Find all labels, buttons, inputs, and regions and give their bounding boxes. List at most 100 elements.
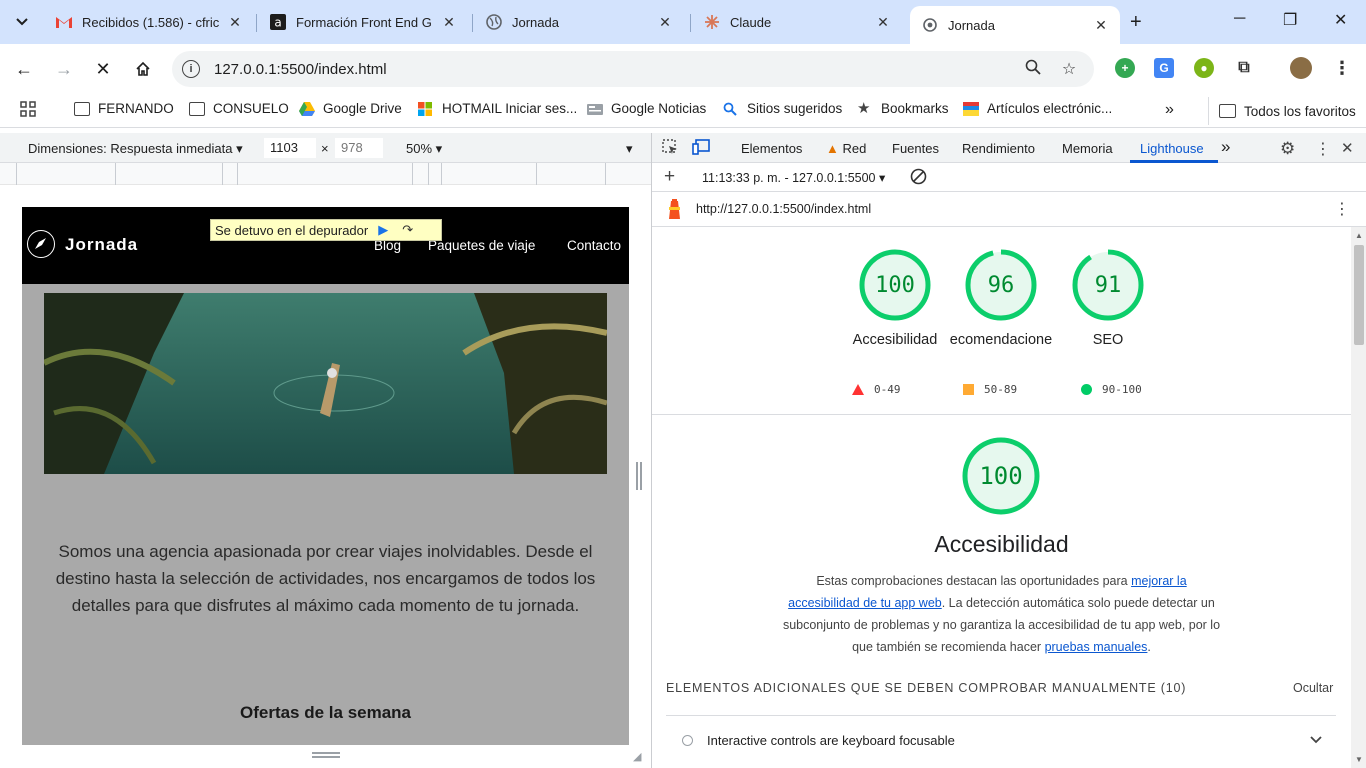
times-sign: ×	[321, 141, 329, 156]
tab-rendimiento[interactable]: Rendimiento	[962, 141, 1035, 156]
audit-item[interactable]: Interactive controls are keyboard focusa…	[666, 725, 1336, 755]
device-options-icon[interactable]: ▾	[626, 141, 633, 157]
close-devtools-icon[interactable]: ✕	[1341, 139, 1354, 157]
bookmark-hotmail[interactable]: HOTMAIL Iniciar ses...	[418, 101, 577, 116]
bookmark-google-news[interactable]: Google Noticias	[587, 101, 706, 116]
tab-red[interactable]: ▲ Red	[826, 141, 866, 156]
profile-avatar[interactable]	[1290, 57, 1312, 79]
tab-elementos[interactable]: Elementos	[741, 141, 802, 156]
star-icon: ★	[857, 99, 871, 117]
stop-loading-icon[interactable]: ✕	[91, 57, 115, 81]
close-window-icon[interactable]: ✕	[1334, 10, 1347, 30]
nav-paquetes[interactable]: Paquetes de viaje	[428, 238, 535, 253]
hide-manual-button[interactable]: Ocultar	[1293, 681, 1333, 695]
all-favorites-button[interactable]: Todos los favoritos	[1208, 97, 1366, 125]
url-text[interactable]: 127.0.0.1:5500/index.html	[214, 61, 1022, 78]
tab-search-button[interactable]	[8, 8, 36, 36]
tab-fuentes[interactable]: Fuentes	[892, 141, 939, 156]
close-icon[interactable]: ✕	[656, 14, 674, 31]
back-icon[interactable]: ←	[12, 57, 36, 81]
extension-green-icon[interactable]: ●	[1194, 58, 1214, 78]
report-menu-icon[interactable]: ⋮	[1334, 199, 1350, 219]
bookmark-google-drive[interactable]: Google Drive	[299, 101, 402, 116]
tab-gmail[interactable]: Recibidos (1.586) - cfric ✕	[44, 6, 254, 38]
step-over-icon[interactable]: ↷	[402, 222, 413, 238]
bookmark-star-icon[interactable]: ☆	[1058, 59, 1080, 79]
manual-divider	[666, 715, 1336, 716]
close-icon[interactable]: ✕	[874, 14, 892, 31]
dimensions-select[interactable]: Dimensiones: Respuesta inmediata ▾	[28, 141, 243, 157]
audit-item-label: Interactive controls are keyboard focusa…	[707, 732, 955, 748]
resume-icon[interactable]: ▶	[378, 222, 388, 238]
bookmark-articulos[interactable]: Artículos electrónic...	[963, 101, 1112, 116]
inspect-element-icon[interactable]	[662, 139, 678, 159]
viewport-resize-corner[interactable]: ◢	[633, 750, 641, 763]
home-icon[interactable]	[131, 57, 155, 81]
debugger-label: Se detuvo en el depurador	[215, 222, 369, 238]
report-scrollbar[interactable]: ▲ ▼	[1351, 227, 1366, 768]
lighthouse-logo-icon	[666, 199, 683, 224]
tab-title: Formación Front End G	[296, 14, 432, 30]
tab-memoria[interactable]: Memoria	[1062, 141, 1113, 156]
dropdown-arrow-icon: ▾	[236, 141, 243, 156]
zoom-icon[interactable]	[1022, 59, 1044, 80]
apps-grid-icon[interactable]	[20, 101, 36, 117]
tab-strip: Recibidos (1.586) - cfric ✕ a Formación …	[0, 0, 1366, 44]
tab-jornada-1[interactable]: Jornada ✕	[474, 6, 684, 38]
clear-reports-icon[interactable]	[910, 168, 927, 188]
all-favorites-label: Todos los favoritos	[1244, 103, 1356, 119]
more-tabs-icon[interactable]: »	[1221, 137, 1230, 157]
site-info-icon[interactable]: i	[182, 60, 200, 78]
scroll-up-icon[interactable]: ▲	[1355, 231, 1363, 240]
bookmarks-overflow-button[interactable]: »	[1165, 101, 1174, 119]
hero-image	[44, 293, 607, 474]
tab-red-label: Red	[842, 141, 867, 156]
close-icon[interactable]: ✕	[1092, 17, 1110, 34]
scroll-down-icon[interactable]: ▼	[1355, 755, 1363, 764]
tab-jornada-active[interactable]: Jornada ✕	[910, 6, 1120, 44]
bookmark-fernando[interactable]: FERNANDO	[74, 101, 174, 116]
settings-gear-icon[interactable]: ⚙	[1280, 139, 1295, 159]
height-input[interactable]: 978	[335, 138, 383, 158]
device-toggle-icon[interactable]	[692, 139, 710, 159]
menu-kebab-icon[interactable]: ⋮	[1332, 58, 1352, 78]
bookmark-consuelo[interactable]: CONSUELO	[189, 101, 289, 116]
bookmark-label: Sitios sugeridos	[747, 101, 843, 116]
tab-title: Claude	[730, 14, 772, 30]
extensions-puzzle-icon[interactable]: ⧉	[1234, 58, 1254, 78]
minimize-icon[interactable]: ─	[1234, 10, 1245, 28]
manual-tests-link[interactable]: pruebas manuales	[1045, 640, 1148, 654]
close-icon[interactable]: ✕	[226, 14, 244, 31]
tab-lighthouse[interactable]: Lighthouse	[1140, 141, 1204, 156]
bookmark-bookmarks[interactable]: ★ Bookmarks	[857, 99, 949, 117]
chevron-down-icon[interactable]	[1310, 736, 1322, 744]
bookmark-sitios-sugeridos[interactable]: Sitios sugeridos	[723, 101, 842, 116]
viewport-resize-handle-right[interactable]	[636, 462, 642, 490]
forward-icon[interactable]: →	[52, 57, 76, 81]
restore-icon[interactable]: ❐	[1283, 10, 1297, 30]
address-bar[interactable]: i 127.0.0.1:5500/index.html ☆	[172, 51, 1094, 87]
media-query-ruler[interactable]	[0, 163, 651, 185]
store-icon	[963, 101, 979, 116]
viewport-resize-handle-bottom[interactable]	[312, 752, 340, 758]
orange-square-icon	[963, 384, 974, 395]
new-report-icon[interactable]: +	[664, 166, 675, 188]
extension-plus-icon[interactable]: +	[1115, 58, 1135, 78]
new-tab-button[interactable]: +	[1130, 11, 1142, 34]
width-input[interactable]: 1103	[264, 138, 316, 158]
report-url[interactable]: http://127.0.0.1:5500/index.html	[696, 202, 871, 216]
score-value: 91	[1094, 272, 1122, 298]
nav-contacto[interactable]: Contacto	[567, 238, 621, 253]
tab-alura[interactable]: a Formación Front End G ✕	[258, 6, 468, 38]
green-circle-icon	[1081, 384, 1092, 395]
scroll-thumb[interactable]	[1354, 245, 1364, 345]
google-translate-icon[interactable]: G	[1154, 58, 1174, 78]
tab-claude[interactable]: Claude ✕	[692, 6, 902, 38]
manual-checks-header[interactable]: ELEMENTOS ADICIONALES QUE SE DEBEN COMPR…	[666, 681, 1186, 695]
zoom-select[interactable]: 50% ▾	[406, 141, 442, 157]
close-icon[interactable]: ✕	[440, 14, 458, 31]
report-select[interactable]: 11:13:33 p. m. - 127.0.0.1:5500 ▾	[702, 170, 885, 185]
devtools-menu-icon[interactable]: ⋮	[1315, 139, 1331, 159]
browser-toolbar: ← → ✕ i 127.0.0.1:5500/index.html ☆ + G …	[0, 44, 1366, 94]
site-logo-text[interactable]: Jornada	[65, 235, 138, 255]
